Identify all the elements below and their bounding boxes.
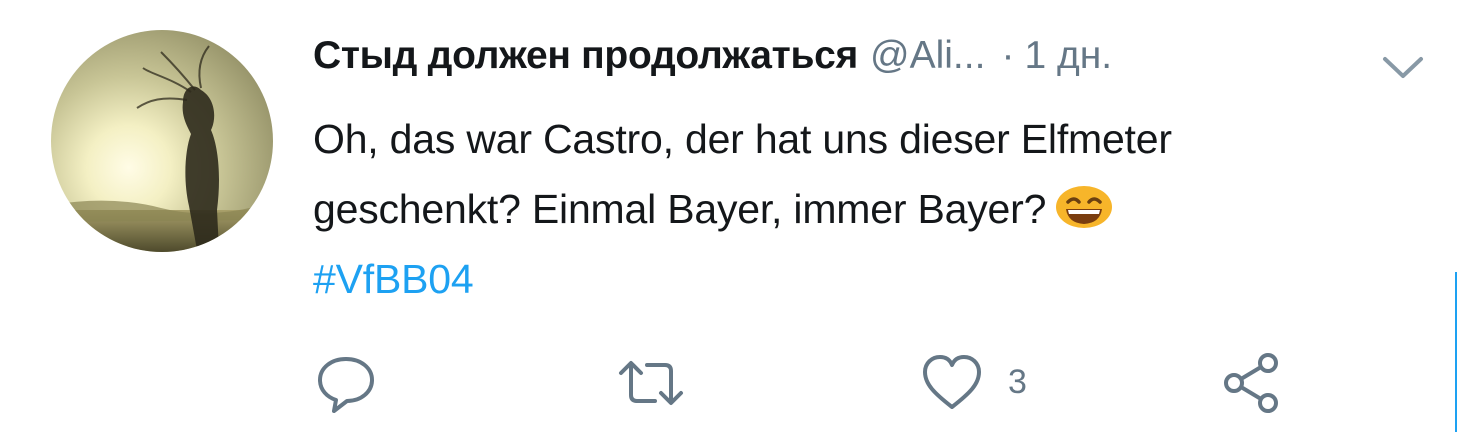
tweet-text: Oh, das war Castro, der hat uns dieser E… — [313, 104, 1423, 314]
tweet-text-content: geschenkt? Einmal Bayer, immer Bayer? — [313, 186, 1047, 232]
like-count: 3 — [1008, 363, 1027, 401]
separator-dot: · — [1001, 34, 1015, 77]
share-icon — [1224, 352, 1278, 413]
avatar[interactable] — [51, 30, 273, 252]
user-handle[interactable]: @Ali... — [870, 34, 985, 78]
smiling-face-emoji-icon — [1056, 186, 1113, 228]
tweet-actions: 3 — [310, 345, 1310, 420]
avatar-image — [51, 30, 273, 252]
heart-icon — [923, 354, 981, 409]
reply-icon — [318, 356, 374, 413]
retweet-icon — [619, 360, 683, 405]
tweet-card[interactable]: Стыд должен продолжаться @Ali... · 1 дн.… — [0, 0, 1460, 436]
retweet-button[interactable] — [615, 345, 687, 420]
hashtag-link[interactable]: #VfBB04 — [313, 244, 1423, 314]
like-button[interactable]: 3 — [920, 345, 1027, 420]
chevron-down-icon[interactable] — [1380, 52, 1426, 82]
scrollbar-indicator — [1455, 272, 1457, 432]
reply-button[interactable] — [314, 345, 378, 420]
timestamp[interactable]: 1 дн. — [1024, 34, 1112, 78]
display-name[interactable]: Стыд должен продолжаться — [313, 34, 858, 78]
tweet-text-line-2: geschenkt? Einmal Bayer, immer Bayer? — [313, 174, 1423, 244]
tweet-text-line: Oh, das war Castro, der hat uns dieser E… — [313, 116, 1172, 162]
share-button[interactable] — [1220, 345, 1284, 420]
tweet-header: Стыд должен продолжаться @Ali... · 1 дн. — [313, 28, 1112, 84]
